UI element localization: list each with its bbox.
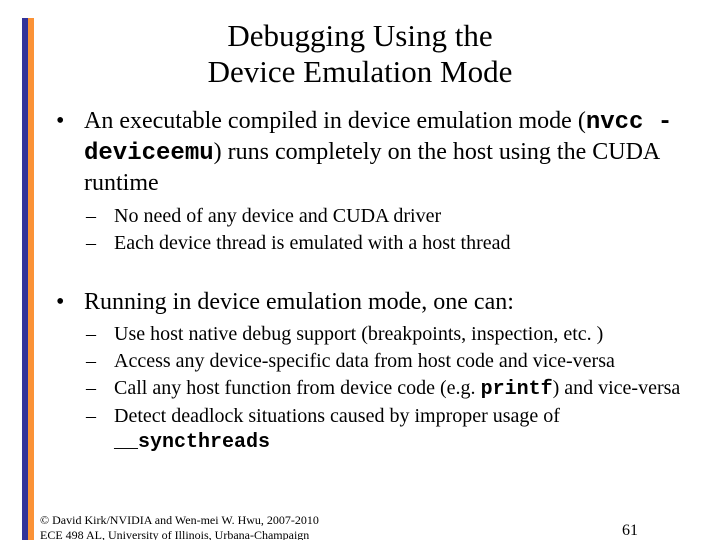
sublist-1: – No need of any device and CUDA driver … — [86, 204, 700, 256]
dash-icon: – — [86, 322, 114, 347]
sub2-c-text: Call any host function from device code … — [114, 376, 700, 402]
bullet-2: • Running in device emulation mode, one … — [56, 288, 700, 317]
sub2-d-code: __syncthreads — [114, 431, 270, 454]
sub2-c-code: printf — [481, 378, 553, 401]
sub1-a: – No need of any device and CUDA driver — [86, 204, 700, 229]
dash-icon: – — [86, 204, 114, 229]
dash-icon: – — [86, 231, 114, 256]
sub2-c: – Call any host function from device cod… — [86, 376, 700, 402]
content-area: • An executable compiled in device emula… — [56, 107, 700, 197]
sub1-b: – Each device thread is emulated with a … — [86, 231, 700, 256]
sub2-c-post: ) and vice-versa — [553, 377, 681, 399]
sub2-c-pre: Call any host function from device code … — [114, 377, 481, 399]
sublist-2: – Use host native debug support (breakpo… — [86, 322, 700, 455]
title-line-1: Debugging Using the — [227, 18, 492, 53]
sub1-a-text: No need of any device and CUDA driver — [114, 204, 700, 229]
sub2-a: – Use host native debug support (breakpo… — [86, 322, 700, 347]
slide: Debugging Using the Device Emulation Mod… — [0, 18, 720, 540]
footer-line-1: © David Kirk/NVIDIA and Wen-mei W. Hwu, … — [40, 513, 319, 527]
sub2-b: – Access any device-specific data from h… — [86, 349, 700, 374]
bullet-dot: • — [56, 107, 84, 197]
para1-pre: An executable compiled in device emulati… — [84, 108, 586, 134]
dash-icon: – — [86, 404, 114, 455]
left-accent-bars — [22, 18, 34, 540]
footer-line-2: ECE 498 AL, University of Illinois, Urba… — [40, 528, 309, 540]
sub2-a-text: Use host native debug support (breakpoin… — [114, 322, 700, 347]
sub2-d-pre: Detect deadlock situations caused by imp… — [114, 405, 560, 427]
page-number: 61 — [622, 522, 638, 540]
title-line-2: Device Emulation Mode — [208, 54, 513, 89]
footer-copyright: © David Kirk/NVIDIA and Wen-mei W. Hwu, … — [40, 513, 319, 540]
sub2-d-text: Detect deadlock situations caused by imp… — [114, 404, 700, 455]
slide-title: Debugging Using the Device Emulation Mod… — [0, 18, 720, 89]
accent-bar-orange — [28, 18, 34, 540]
bullet-1: • An executable compiled in device emula… — [56, 107, 700, 197]
bullet-dot: • — [56, 288, 84, 317]
sub2-b-text: Access any device-specific data from hos… — [114, 349, 700, 374]
dash-icon: – — [86, 376, 114, 402]
sub2-d: – Detect deadlock situations caused by i… — [86, 404, 700, 455]
sub1-b-text: Each device thread is emulated with a ho… — [114, 231, 700, 256]
bullet-2-text: Running in device emulation mode, one ca… — [84, 288, 700, 317]
bullet-1-text: An executable compiled in device emulati… — [84, 107, 700, 197]
content-area-2: • Running in device emulation mode, one … — [56, 288, 700, 317]
spacer — [0, 276, 720, 288]
dash-icon: – — [86, 349, 114, 374]
